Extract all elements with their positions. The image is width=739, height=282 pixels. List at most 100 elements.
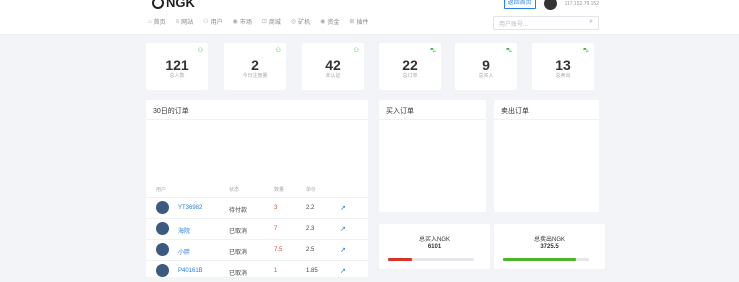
nav-item-plugins[interactable]: ⊞ 插件 xyxy=(349,17,368,26)
stat-value: 42 xyxy=(325,57,341,73)
order-price: 2.3 xyxy=(306,226,315,232)
stat-label: 总人数 xyxy=(169,73,185,79)
stat-card-total-orders: ⛍ 22 总订单 xyxy=(379,43,441,90)
avatar xyxy=(156,243,169,256)
nav-item-miner[interactable]: ◎ 矿机 xyxy=(291,17,310,26)
order-user-link[interactable]: P40161B xyxy=(178,268,203,274)
miner-icon: ◎ xyxy=(290,19,297,25)
search-icon[interactable]: ⌕ xyxy=(589,18,593,26)
order-status: 已取消 xyxy=(229,229,248,235)
order-price: 1.85 xyxy=(306,268,318,274)
progress-fill xyxy=(388,258,413,261)
nav-item-users[interactable]: ⚇ 用户 xyxy=(203,17,222,26)
nav-item-home[interactable]: ⌂ 首页 xyxy=(148,17,166,27)
stat-card-total-sell: ⛍ 13 总卖出 xyxy=(532,43,594,90)
total-sell-card: 总卖出NGK 3725.5 xyxy=(494,224,605,269)
nav-item-website[interactable]: ≡ 网站 xyxy=(175,17,194,27)
buy-orders-card: 买入订单 xyxy=(379,100,486,212)
order-price: 2.5 xyxy=(306,247,315,253)
stat-label: 总卖出 xyxy=(555,73,571,79)
nav-label: 插件 xyxy=(356,20,369,26)
nav-label: 矿机 xyxy=(298,20,311,26)
sell-card-title: 卖出订单 xyxy=(501,108,529,115)
share-icon[interactable]: ↗ xyxy=(340,267,346,275)
order-status: 待付款 xyxy=(229,208,248,214)
avatar xyxy=(156,222,169,235)
stat-label: 总买入 xyxy=(478,73,494,79)
stat-card-total-buy: ⛍ 9 总买入 xyxy=(455,43,517,90)
top-right: 返回首页 117.152.79.152 xyxy=(503,0,599,10)
order-qty: 3 xyxy=(274,205,278,211)
nav-item-mall[interactable]: ⊡ 商城 xyxy=(262,17,281,26)
divider xyxy=(146,119,368,120)
user-icon: ⚇ xyxy=(275,48,281,54)
share-icon[interactable]: ↗ xyxy=(340,204,346,212)
logo-icon xyxy=(152,0,164,9)
nav-menu: ⌂ 首页 ≡ 网站 ⚇ 用户 ◉ 市场 ⊡ 商城 ◎ 矿机 ◉ 资金 ⊞ 插件 xyxy=(148,17,368,27)
table-row: 小胖 已取消 7.5 2.5 ↗ xyxy=(146,239,368,261)
search-placeholder: 用户账号... xyxy=(499,22,529,28)
stat-card-unverified: ⚇ 42 未认证 xyxy=(302,43,364,90)
progress-fill xyxy=(503,258,577,261)
nav-item-market[interactable]: ◉ 市场 xyxy=(233,17,252,26)
ip-address: 117.152.79.152 xyxy=(564,0,599,7)
cart-icon: ⛍ xyxy=(582,48,589,54)
user-icon: ⚇ xyxy=(197,48,203,54)
plugin-icon: ⊞ xyxy=(349,19,355,25)
buy-card-title: 买入订单 xyxy=(386,108,414,115)
nav-item-funds[interactable]: ◉ 资金 xyxy=(320,17,339,26)
home-icon: ⌂ xyxy=(148,18,152,25)
nav-bar: ⌂ 首页 ≡ 网站 ⚇ 用户 ◉ 市场 ⊡ 商城 ◎ 矿机 ◉ 资金 ⊞ 插件 用户账号... … xyxy=(0,10,739,35)
order-status: 已取消 xyxy=(229,250,248,256)
order-status: 已取消 xyxy=(229,271,248,277)
avatar xyxy=(156,264,169,277)
stat-value: 121 xyxy=(165,57,189,73)
top-bar: NGK 返回首页 117.152.79.152 xyxy=(0,0,739,10)
stat-value: 9 xyxy=(482,57,490,73)
orders-table-header: 用户 状态 数量 单价 xyxy=(146,186,366,196)
column-header-user: 用户 xyxy=(156,187,167,193)
home-button[interactable]: 返回首页 xyxy=(503,0,536,9)
divider xyxy=(494,119,599,120)
nav-label: 首页 xyxy=(153,20,166,26)
stat-card-total-users: ⚇ 121 总人数 xyxy=(146,43,208,90)
stat-card-today-registrations: ⚇ 2 今日注册量 xyxy=(224,43,286,90)
column-header-price: 单价 xyxy=(306,187,317,193)
search-input[interactable]: 用户账号... ⌕ xyxy=(493,16,599,30)
avatar xyxy=(156,201,169,214)
orders-card-title: 30日的订单 xyxy=(153,108,189,115)
market-icon: ◉ xyxy=(232,19,238,25)
order-user-link[interactable]: YT36982 xyxy=(178,205,202,211)
user-icon: ⚇ xyxy=(203,19,209,25)
order-qty: 1 xyxy=(274,268,278,274)
share-icon[interactable]: ↗ xyxy=(340,225,346,233)
order-user-link[interactable]: 小胖 xyxy=(178,247,190,256)
order-user-link[interactable]: 海院 xyxy=(178,226,190,235)
brand-logo[interactable]: NGK xyxy=(152,0,195,10)
mall-icon: ⊡ xyxy=(261,19,267,25)
column-header-qty: 数量 xyxy=(274,187,285,193)
share-icon[interactable]: ↗ xyxy=(340,246,346,254)
order-price: 2.2 xyxy=(306,205,315,211)
nav-label: 市场 xyxy=(239,20,252,26)
column-header-status: 状态 xyxy=(229,187,240,193)
table-row: 海院 已取消 7 2.3 ↗ xyxy=(146,218,368,240)
stat-value: 13 xyxy=(555,57,571,73)
order-qty: 7.5 xyxy=(274,247,283,253)
total-buy-label: 总买入NGK xyxy=(418,237,450,243)
nav-label: 用户 xyxy=(210,20,223,26)
cart-icon: ⛍ xyxy=(505,48,512,54)
avatar[interactable] xyxy=(543,0,557,10)
table-row: P40161B 已取消 1 1.85 ↗ xyxy=(146,260,368,282)
total-sell-value: 3725.5 xyxy=(540,244,559,250)
total-buy-value: 6101 xyxy=(427,244,442,250)
cart-icon: ⛍ xyxy=(429,48,436,54)
stat-value: 2 xyxy=(251,57,259,73)
menu-icon: ≡ xyxy=(175,18,180,25)
table-row: YT36982 待付款 3 2.2 ↗ xyxy=(146,197,368,219)
stat-value: 22 xyxy=(402,57,418,73)
funds-icon: ◉ xyxy=(320,19,326,25)
order-qty: 7 xyxy=(274,226,278,232)
stat-label: 总订单 xyxy=(402,73,418,79)
nav-label: 资金 xyxy=(327,20,340,26)
